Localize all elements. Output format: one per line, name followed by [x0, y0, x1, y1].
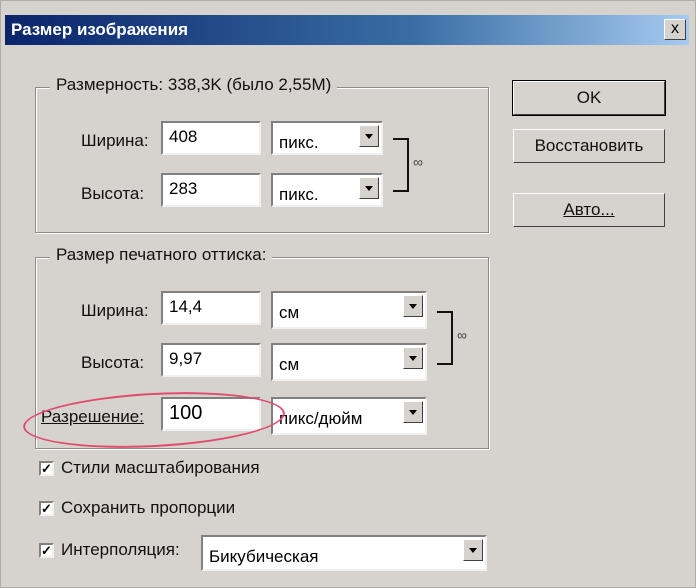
auto-button[interactable]: Авто...: [513, 193, 665, 227]
doc-width-unit-select[interactable]: см: [271, 291, 427, 329]
pixel-width-unit-select[interactable]: пикс.: [271, 121, 383, 155]
reset-button[interactable]: Восстановить: [513, 129, 665, 163]
title-bar: Размер изображения x: [5, 15, 689, 45]
resample-label: Интерполяция:: [61, 540, 180, 559]
pixel-constrain-bracket: [393, 138, 409, 192]
resample-method-value: Бикубическая: [209, 547, 319, 566]
pixel-height-unit-select[interactable]: пикс.: [271, 173, 383, 207]
chain-link-icon: ∞: [413, 154, 423, 170]
resolution-unit-value: пикс/дюйм: [279, 409, 363, 428]
doc-height-unit-select[interactable]: см: [271, 343, 427, 381]
resample-checkbox[interactable]: ✓: [39, 543, 54, 558]
scale-styles-checkbox[interactable]: ✓: [39, 461, 54, 476]
scale-styles-label: Стили масштабирования: [61, 458, 260, 477]
close-button[interactable]: x: [664, 19, 686, 40]
chevron-down-icon[interactable]: [403, 347, 423, 369]
doc-height-input[interactable]: 9,97: [161, 343, 261, 377]
document-size-legend: Размер печатного оттиска:: [50, 245, 273, 265]
constrain-proportions-label: Сохранить пропорции: [61, 498, 236, 517]
chevron-down-icon[interactable]: [359, 177, 379, 199]
pixel-height-unit-value: пикс.: [279, 185, 319, 204]
resample-method-select[interactable]: Бикубическая: [201, 535, 487, 571]
chain-link-icon: ∞: [457, 327, 467, 343]
pixel-width-unit-value: пикс.: [279, 133, 319, 152]
doc-constrain-bracket: [437, 311, 453, 365]
chevron-down-icon[interactable]: [403, 401, 423, 423]
pixel-width-label: Ширина:: [81, 131, 149, 150]
doc-width-unit-value: см: [279, 303, 300, 322]
pixel-height-label: Высота:: [81, 184, 145, 203]
pixel-width-input[interactable]: 408: [161, 121, 261, 155]
resolution-unit-select[interactable]: пикс/дюйм: [271, 397, 427, 435]
doc-height-label: Высота:: [81, 353, 145, 372]
ok-button[interactable]: OK: [512, 80, 666, 116]
constrain-proportions-checkbox[interactable]: ✓: [39, 501, 54, 516]
doc-height-unit-value: см: [279, 355, 300, 374]
image-size-dialog: Размер изображения x Размерность: 338,3K…: [0, 0, 696, 588]
doc-width-input[interactable]: 14,4: [161, 291, 261, 325]
chevron-down-icon[interactable]: [403, 295, 423, 317]
doc-width-label: Ширина:: [81, 301, 149, 320]
pixel-dimensions-legend: Размерность: 338,3K (было 2,55M): [50, 75, 338, 95]
pixel-height-input[interactable]: 283: [161, 173, 261, 207]
dialog-title: Размер изображения: [11, 20, 189, 39]
chevron-down-icon[interactable]: [359, 125, 379, 147]
chevron-down-icon[interactable]: [463, 539, 483, 561]
